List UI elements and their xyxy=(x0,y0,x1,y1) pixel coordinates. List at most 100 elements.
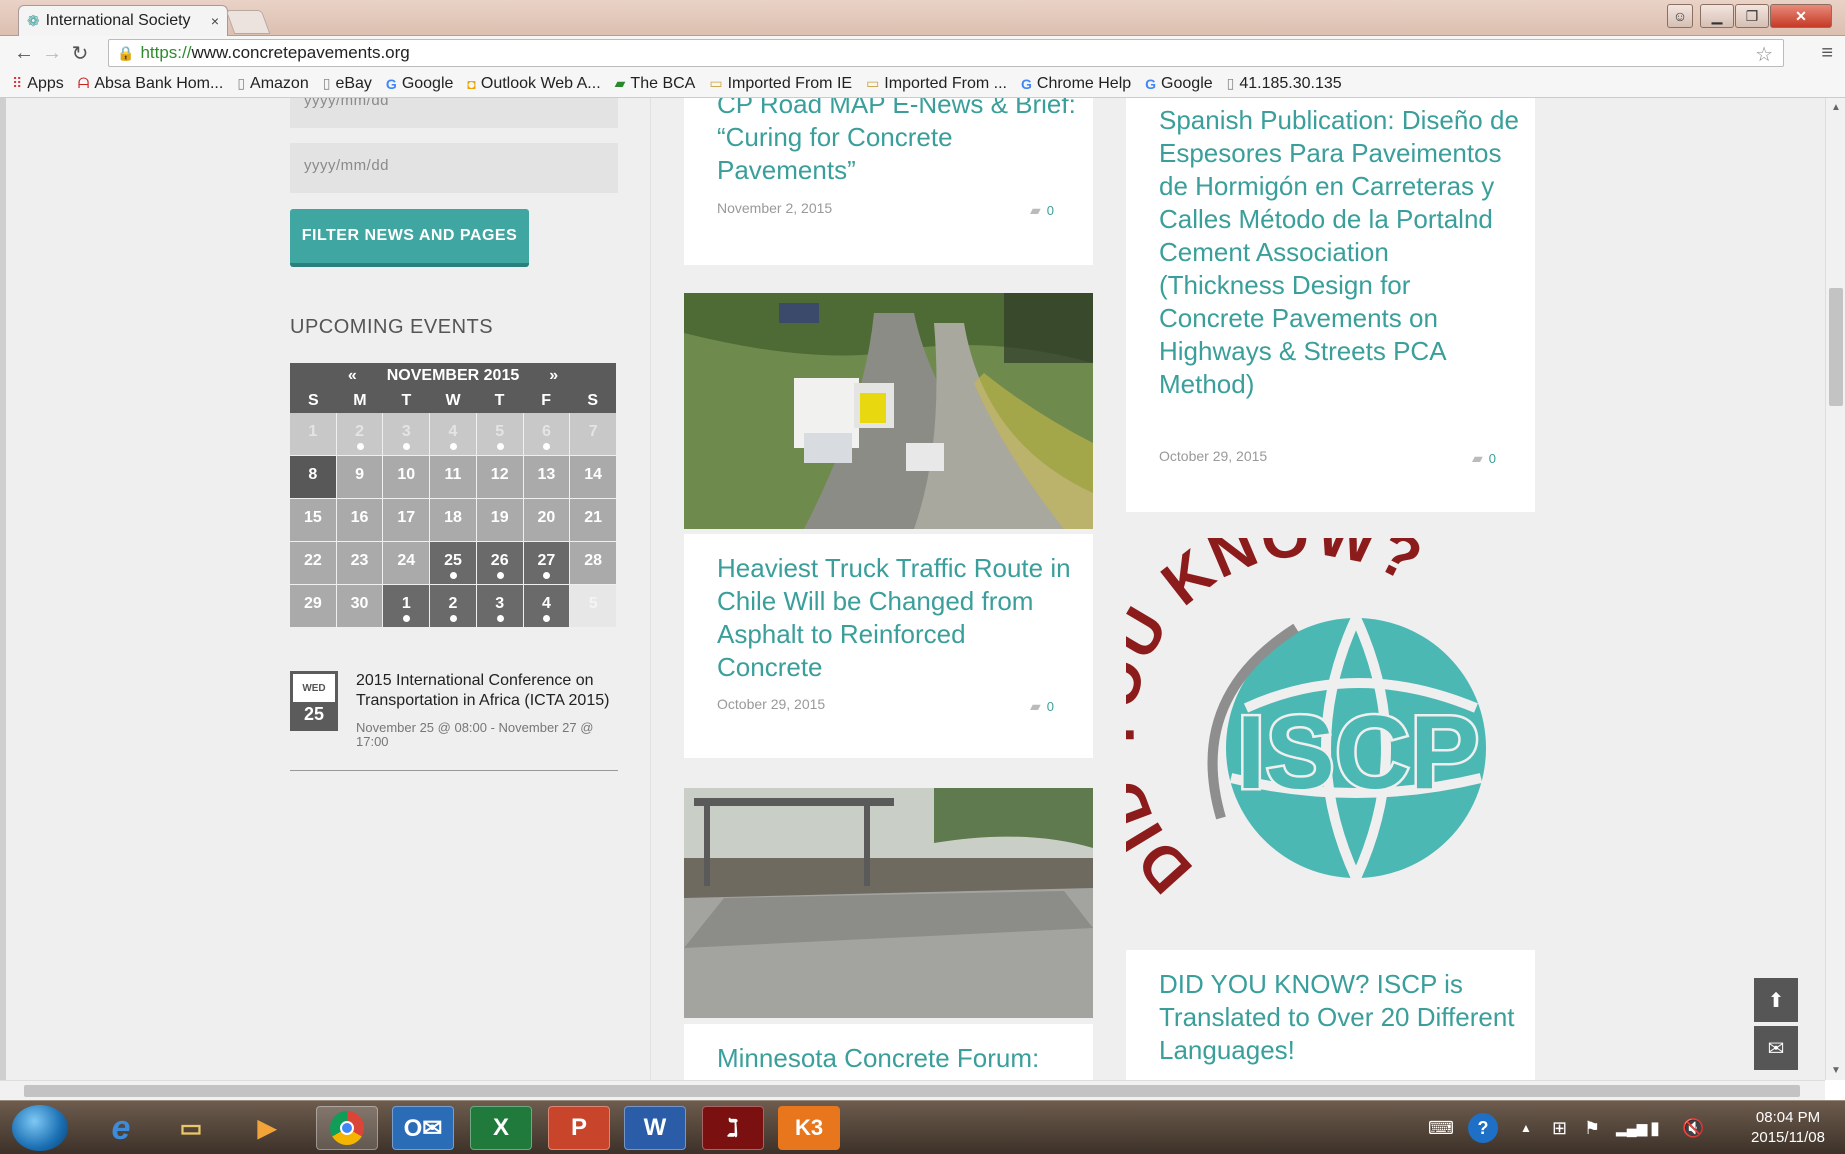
calendar-day[interactable]: 24 xyxy=(383,542,430,584)
start-button[interactable] xyxy=(12,1105,68,1151)
volume-muted-icon[interactable]: 🔇 xyxy=(1682,1101,1704,1154)
calendar-day[interactable]: 3 xyxy=(476,585,523,627)
system-clock[interactable]: 08:04 PM 2015/11/08 xyxy=(1751,1108,1825,1148)
calendar-day[interactable]: 5 xyxy=(476,413,523,455)
profile-icon[interactable]: ☺ xyxy=(1667,4,1693,28)
calendar-day[interactable]: 4 xyxy=(430,413,476,455)
post-title[interactable]: Minnesota Concrete Forum: xyxy=(717,1042,1077,1075)
vertical-scrollbar[interactable]: ▲ ▼ xyxy=(1825,98,1845,1080)
maximize-button[interactable]: ❐ xyxy=(1735,4,1769,28)
calendar-day[interactable]: 1 xyxy=(383,585,430,627)
bookmark-apps[interactable]: ⠿ Apps xyxy=(12,75,64,93)
calendar-day[interactable]: 2 xyxy=(336,413,383,455)
scroll-to-top-button[interactable]: ⬆ xyxy=(1754,978,1798,1022)
bookmark-chrome-help[interactable]: G Chrome Help xyxy=(1021,75,1131,93)
calendar-day[interactable]: 29 xyxy=(290,585,336,627)
post-title[interactable]: Spanish Publication: Diseño de Espesores… xyxy=(1159,104,1519,401)
calendar-day[interactable]: 28 xyxy=(570,542,616,584)
calendar-day[interactable]: 15 xyxy=(290,499,336,541)
calendar-day[interactable]: 3 xyxy=(383,413,430,455)
post-image-paving[interactable] xyxy=(684,788,1093,1018)
calendar-day[interactable]: 1 xyxy=(290,413,336,455)
internet-explorer-icon[interactable]: e xyxy=(90,1106,152,1150)
network-signal-icon[interactable]: ▂▄▆ xyxy=(1616,1101,1647,1154)
calendar-day[interactable]: 27 xyxy=(523,542,570,584)
show-hidden-icons[interactable]: ▲ xyxy=(1520,1101,1532,1154)
bookmark-imported-from[interactable]: ▭ Imported From ... xyxy=(866,75,1007,93)
calendar-day[interactable]: 9 xyxy=(336,456,383,498)
calendar-day[interactable]: 14 xyxy=(570,456,616,498)
calendar-day[interactable]: 23 xyxy=(336,542,383,584)
comment-count[interactable]: ▰ 0 xyxy=(1472,450,1496,467)
email-subscribe-button[interactable]: ✉ xyxy=(1754,1026,1798,1070)
post-title[interactable]: DID YOU KNOW? ISCP is Translated to Over… xyxy=(1159,968,1519,1067)
bookmark-absa[interactable]: ᗩ Absa Bank Hom... xyxy=(78,75,224,93)
comment-count[interactable]: ▰ 0 xyxy=(1030,202,1054,219)
calendar-next-icon[interactable]: » xyxy=(549,367,558,385)
file-explorer-icon[interactable]: ▭ xyxy=(160,1106,222,1150)
back-icon[interactable]: ← xyxy=(10,42,38,65)
event-list-item[interactable]: WED 25 2015 International Conference on … xyxy=(290,671,618,771)
bookmark-ebay[interactable]: ▯ eBay xyxy=(323,75,372,93)
bookmark-outlook[interactable]: ◘ Outlook Web A... xyxy=(467,75,600,93)
tab-close-icon[interactable]: × xyxy=(211,13,219,29)
bookmark-amazon[interactable]: ▯ Amazon xyxy=(237,75,308,93)
address-bar[interactable]: 🔒 https://www.concretepavements.org ☆ xyxy=(108,39,1784,67)
reload-icon[interactable]: ↻ xyxy=(66,41,94,66)
calendar-day[interactable]: 19 xyxy=(476,499,523,541)
powerpoint-icon[interactable]: P xyxy=(548,1106,610,1150)
calendar-day[interactable]: 11 xyxy=(430,456,476,498)
filter-news-button[interactable]: FILTER NEWS AND PAGES xyxy=(290,209,529,267)
chrome-menu-icon[interactable]: ≡ xyxy=(1821,42,1833,65)
bookmark-google[interactable]: G Google xyxy=(386,75,453,93)
calendar-day[interactable]: 21 xyxy=(570,499,616,541)
windows-update-icon[interactable]: ⊞ xyxy=(1552,1101,1567,1154)
bookmark-google-2[interactable]: G Google xyxy=(1145,75,1212,93)
word-icon[interactable]: W xyxy=(624,1106,686,1150)
calendar-day[interactable]: 7 xyxy=(570,413,616,455)
k3-app-icon[interactable]: K3 xyxy=(778,1106,840,1150)
calendar-day[interactable]: 26 xyxy=(476,542,523,584)
post-title[interactable]: CP Road MAP E-News & Brief: “Curing for … xyxy=(717,98,1077,187)
horizontal-scrollbar[interactable] xyxy=(0,1080,1825,1100)
browser-tab[interactable]: ❁ International Society × xyxy=(18,5,228,36)
calendar-day[interactable]: 5 xyxy=(570,585,616,627)
calendar-day[interactable]: 30 xyxy=(336,585,383,627)
acrobat-icon[interactable]: ℷ xyxy=(702,1106,764,1150)
close-window-button[interactable]: ✕ xyxy=(1770,4,1832,28)
bookmark-star-icon[interactable]: ☆ xyxy=(1755,42,1773,67)
scroll-down-icon[interactable]: ▼ xyxy=(1826,1065,1845,1076)
scroll-up-icon[interactable]: ▲ xyxy=(1826,102,1845,113)
calendar-day[interactable]: 6 xyxy=(523,413,570,455)
date-from-field[interactable]: yyyy/mm/dd xyxy=(290,98,618,128)
event-title[interactable]: 2015 International Conference on Transpo… xyxy=(356,671,618,711)
help-icon[interactable]: ? xyxy=(1468,1101,1498,1154)
keyboard-icon[interactable]: ⌨ xyxy=(1428,1101,1454,1154)
media-player-icon[interactable]: ▶ xyxy=(236,1106,298,1150)
battery-icon[interactable]: ▮ xyxy=(1650,1101,1660,1154)
calendar-day[interactable]: 4 xyxy=(523,585,570,627)
calendar-day[interactable]: 10 xyxy=(383,456,430,498)
calendar-day[interactable]: 20 xyxy=(523,499,570,541)
calendar-day[interactable]: 2 xyxy=(430,585,476,627)
bookmark-ip[interactable]: ▯ 41.185.30.135 xyxy=(1227,75,1342,93)
excel-icon[interactable]: X xyxy=(470,1106,532,1150)
vertical-scroll-thumb[interactable] xyxy=(1829,288,1843,406)
bookmark-imported-ie[interactable]: ▭ Imported From IE xyxy=(709,75,852,93)
calendar-day[interactable]: 8 xyxy=(290,456,336,498)
horizontal-scroll-thumb[interactable] xyxy=(24,1085,1800,1097)
minimize-button[interactable]: ▁ xyxy=(1700,4,1734,28)
bookmark-bca[interactable]: ▰ The BCA xyxy=(615,75,696,93)
new-tab-button[interactable] xyxy=(225,10,271,34)
forward-icon[interactable]: → xyxy=(38,42,66,65)
calendar-day[interactable]: 25 xyxy=(430,542,476,584)
calendar-prev-icon[interactable]: « xyxy=(348,367,357,385)
post-image-truck-route[interactable] xyxy=(684,293,1093,529)
date-to-field[interactable]: yyyy/mm/dd xyxy=(290,143,618,193)
chrome-icon[interactable] xyxy=(316,1106,378,1150)
action-center-flag-icon[interactable]: ⚑ xyxy=(1584,1101,1600,1154)
comment-count[interactable]: ▰ 0 xyxy=(1030,698,1054,715)
calendar-day[interactable]: 12 xyxy=(476,456,523,498)
post-title[interactable]: Heaviest Truck Traffic Route in Chile Wi… xyxy=(717,552,1077,684)
calendar-day[interactable]: 16 xyxy=(336,499,383,541)
